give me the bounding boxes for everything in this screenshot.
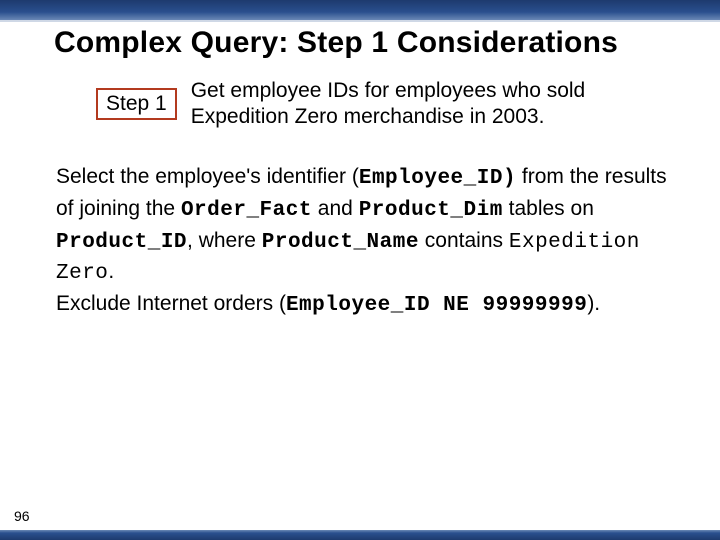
code-product-id: Product_ID — [56, 231, 187, 254]
footer-band — [0, 530, 720, 540]
body-p1f: contains — [419, 229, 509, 252]
page-number: 96 — [14, 508, 30, 524]
body-p2a: Exclude Internet orders ( — [56, 292, 286, 315]
step-desc-line2: Expedition Zero merchandise in 2003. — [191, 105, 545, 128]
body-p1c: and — [312, 197, 359, 220]
code-employee-id-ne: Employee_ID NE 99999999 — [286, 294, 587, 317]
body-p1a: Select the employee's identifier ( — [56, 165, 359, 188]
code-order-fact: Order_Fact — [181, 199, 312, 222]
step-row: Step 1 Get employee IDs for employees wh… — [96, 78, 680, 131]
slide-title: Complex Query: Step 1 Considerations — [54, 26, 720, 60]
step-label-box: Step 1 — [96, 88, 177, 120]
code-employee-id: Employee_ID) — [359, 167, 516, 190]
body-p1e: , where — [187, 229, 262, 252]
body-paragraph: Select the employee's identifier (Employ… — [56, 162, 680, 321]
code-product-dim: Product_Dim — [359, 199, 503, 222]
code-product-name: Product_Name — [262, 231, 419, 254]
body-p1d: tables on — [503, 197, 594, 220]
step-description: Get employee IDs for employees who sold … — [191, 78, 586, 131]
body-p2b: ). — [587, 292, 600, 315]
header-band — [0, 0, 720, 20]
header-divider — [0, 20, 720, 22]
body-p1g: . — [108, 260, 114, 283]
step-desc-line1: Get employee IDs for employees who sold — [191, 79, 586, 102]
